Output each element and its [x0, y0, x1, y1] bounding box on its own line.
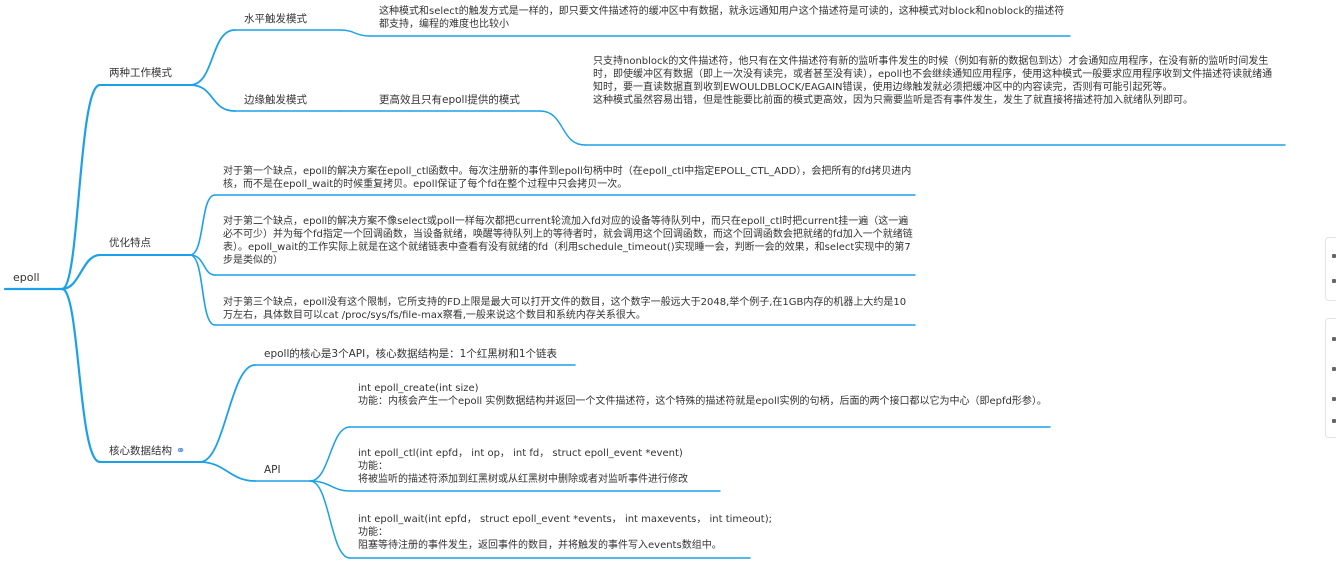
- side-panel-toggle-bottom[interactable]: [1325, 318, 1336, 438]
- api-epoll-wait-signature: int epoll_wait(int epfd， struct epoll_ev…: [358, 514, 772, 525]
- connector-api-wait: [309, 480, 351, 559]
- connector-root-modes: [60, 83, 102, 291]
- connector-edge-note: [539, 110, 586, 146]
- side-panel-toggle-top[interactable]: [1325, 237, 1336, 301]
- api-epoll-ctl-signature: int epoll_ctl(int epfd， int op， int fd， …: [358, 448, 683, 459]
- mindmap-canvas: epoll 两种工作模式 水平触发模式 这种模式和select的触发方式是一样的…: [0, 0, 1336, 578]
- connector-api-ctl: [309, 480, 351, 492]
- note-optimization-1[interactable]: 对于第一个缺点，epoll的解决方案在epoll_ctl函数中。每次注册新的事件…: [223, 165, 915, 191]
- api-epoll-create[interactable]: int epoll_create(int size) 功能：内核会产生一个epo…: [358, 382, 1048, 408]
- connector-level-note: [339, 29, 371, 37]
- api-epoll-wait-desc: 阻塞等待注册的事件发生，返回事件的数目，并将触发的事件写入events数组中。: [358, 540, 722, 551]
- side-dot-icon: [1332, 397, 1336, 401]
- side-dot-icon: [1332, 254, 1336, 258]
- note-optimization-2[interactable]: 对于第二个缺点，epoll的解决方案不像select或poll一样每次都把cur…: [223, 215, 915, 267]
- branch-work-modes[interactable]: 两种工作模式: [109, 66, 172, 80]
- node-level-trigger[interactable]: 水平触发模式: [244, 12, 307, 26]
- side-dot-icon: [1332, 419, 1336, 423]
- connector-modes-edge: [189, 84, 236, 112]
- branch-optimization[interactable]: 优化特点: [109, 236, 151, 250]
- connector-modes-level: [189, 29, 236, 86]
- api-epoll-wait-func: 功能：: [358, 527, 388, 538]
- api-epoll-wait[interactable]: int epoll_wait(int epfd， struct epoll_ev…: [358, 513, 1048, 552]
- node-api[interactable]: API: [264, 463, 281, 477]
- note-optimization-3[interactable]: 对于第三个缺点，epoll没有这个限制，它所支持的FD上限是最大可以打开文件的数…: [223, 296, 915, 322]
- note-edge-trigger[interactable]: 只支持nonblock的文件描述符，他只有在文件描述符有新的监听事件发生的时候（…: [593, 55, 1277, 107]
- api-epoll-ctl[interactable]: int epoll_ctl(int epfd， int op， int fd， …: [358, 447, 1048, 486]
- connector-core-summary: [199, 364, 256, 463]
- side-dot-icon: [1332, 367, 1336, 371]
- api-epoll-ctl-func: 功能：: [358, 461, 388, 472]
- connector-root-core: [60, 287, 102, 464]
- node-core-summary[interactable]: epoll的核心是3个API，核心数据结构是：1个红黑树和1个链表: [264, 347, 557, 361]
- link-icon[interactable]: ⚭: [176, 444, 185, 457]
- side-dot-icon: [1332, 337, 1336, 341]
- connector-root-optimization: [60, 253, 102, 291]
- api-epoll-create-desc: 功能：内核会产生一个epoll 实例数据结构并返回一个文件描述符，这个特殊的描述…: [358, 396, 1047, 407]
- side-dot-icon: [1332, 279, 1336, 283]
- api-epoll-create-signature: int epoll_create(int size): [358, 383, 479, 394]
- connector-api-create: [309, 426, 351, 482]
- api-epoll-ctl-desc: 将被监听的描述符添加到红黑树或从红黑树中删除或者对监听事件进行修改: [358, 474, 688, 485]
- connector-opt-1: [189, 194, 216, 256]
- branch-core-structures-label: 核心数据结构: [109, 445, 172, 457]
- connector-core-api: [199, 461, 256, 482]
- note-edge-trigger-p1: 只支持nonblock的文件描述符，他只有在文件描述符有新的监听事件发生的时候（…: [593, 56, 1273, 93]
- node-edge-trigger[interactable]: 边缘触发模式: [244, 93, 307, 107]
- root-node-epoll[interactable]: epoll: [13, 271, 40, 284]
- node-edge-trigger-sub[interactable]: 更高效且只有epoll提供的模式: [379, 93, 520, 107]
- note-level-trigger[interactable]: 这种模式和select的触发方式是一样的，即只要文件描述符的缓冲区中有数据，就永…: [379, 5, 1069, 31]
- branch-core-structures[interactable]: 核心数据结构 ⚭: [109, 444, 185, 458]
- note-edge-trigger-p2: 这种模式虽然容易出错，但是性能要比前面的模式更高效，因为只需要监听是否有事件发生…: [593, 95, 1193, 106]
- connector-opt-3: [189, 254, 216, 326]
